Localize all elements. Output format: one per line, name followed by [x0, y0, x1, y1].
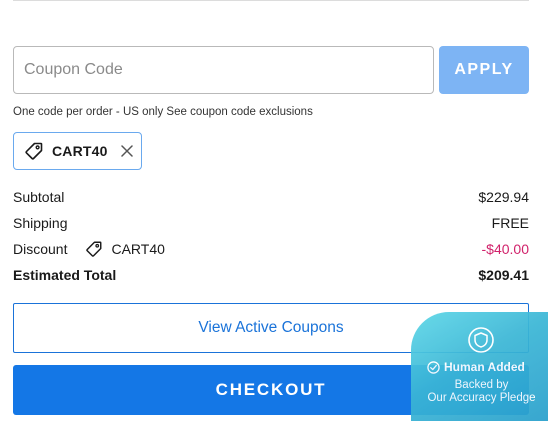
tag-icon	[85, 240, 103, 258]
coupon-form: APPLY	[13, 46, 529, 94]
estimated-total-row: Estimated Total $209.41	[13, 262, 529, 288]
shipping-value: FREE	[491, 215, 529, 231]
discount-row: Discount CART40 -$40.00	[13, 236, 529, 262]
shield-icon	[467, 326, 495, 354]
apply-coupon-button[interactable]: APPLY	[439, 46, 529, 94]
discount-label: Discount	[13, 241, 68, 257]
estimated-total-label: Estimated Total	[13, 267, 117, 283]
badge-subtitle-2: Our Accuracy Pledge	[427, 392, 536, 404]
badge-subtitle-1: Backed by	[454, 379, 509, 391]
subtotal-value: $229.94	[478, 189, 529, 205]
close-icon[interactable]	[120, 144, 134, 158]
coupon-note: One code per order - US only See coupon …	[13, 106, 313, 118]
shipping-row: Shipping FREE	[13, 210, 529, 236]
top-divider	[13, 0, 529, 1]
check-circle-icon	[427, 360, 440, 374]
discount-value: -$40.00	[481, 241, 529, 257]
order-summary: Subtotal $229.94 Shipping FREE Discount …	[13, 184, 529, 288]
discount-code: CART40	[111, 241, 165, 257]
tag-icon	[24, 141, 44, 161]
subtotal-label: Subtotal	[13, 189, 65, 205]
accuracy-pledge-badge[interactable]: Human Added Backed by Our Accuracy Pledg…	[411, 312, 548, 421]
shipping-label: Shipping	[13, 215, 68, 231]
applied-coupon-code: CART40	[52, 143, 108, 159]
estimated-total-value: $209.41	[478, 267, 529, 283]
badge-title-row: Human Added	[427, 360, 548, 374]
applied-coupon-chip: CART40	[13, 132, 142, 170]
coupon-code-input[interactable]	[13, 46, 434, 94]
discount-label-group: Discount CART40	[13, 240, 165, 258]
badge-title: Human Added	[444, 360, 525, 374]
subtotal-row: Subtotal $229.94	[13, 184, 529, 210]
